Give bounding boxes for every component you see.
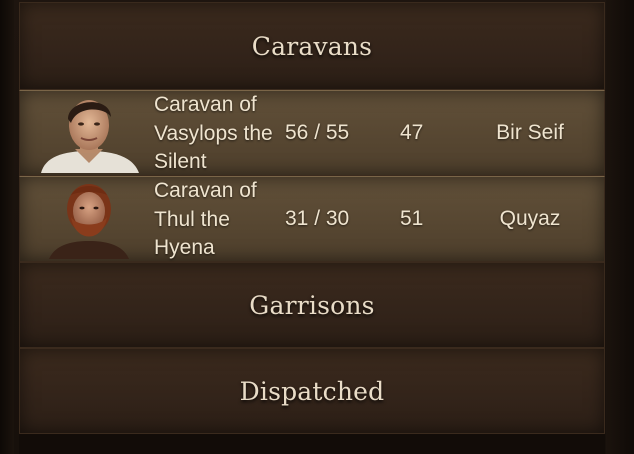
caravan-troops: 56 / 55 bbox=[285, 121, 350, 144]
panel-bottom-edge bbox=[19, 434, 605, 454]
caravan-location: Quyaz bbox=[499, 207, 561, 230]
caravan-location: Bir Seif bbox=[496, 121, 564, 144]
caravan-name: Caravan of Vasylops the Silent bbox=[154, 93, 273, 173]
clan-parties-panel: Caravans Caravan of Vasylops the Silent … bbox=[0, 0, 634, 454]
panel-left-edge bbox=[0, 0, 14, 454]
caravan-row[interactable]: Caravan of Thul the Hyena 31 / 30 51 Quy… bbox=[19, 176, 605, 262]
caravan-speed: 51 bbox=[400, 207, 424, 230]
caravan-name: Caravan of Thul the Hyena bbox=[154, 179, 257, 259]
dispatched-section-label: Dispatched bbox=[239, 376, 385, 406]
dispatched-section-header[interactable]: Dispatched bbox=[19, 348, 605, 434]
garrisons-section-label: Garrisons bbox=[249, 290, 375, 320]
caravans-section-header[interactable]: Caravans bbox=[19, 2, 605, 90]
panel-scrollbar-track[interactable] bbox=[606, 0, 634, 454]
caravan-troops: 31 / 30 bbox=[285, 207, 350, 230]
caravans-section-label: Caravans bbox=[251, 31, 373, 61]
young-man-portrait-icon bbox=[35, 93, 143, 173]
garrisons-section-header[interactable]: Garrisons bbox=[19, 262, 605, 348]
red-bearded-man-portrait-icon bbox=[35, 179, 143, 259]
caravan-speed: 47 bbox=[400, 121, 424, 144]
caravan-row[interactable]: Caravan of Vasylops the Silent 56 / 55 4… bbox=[19, 90, 605, 176]
